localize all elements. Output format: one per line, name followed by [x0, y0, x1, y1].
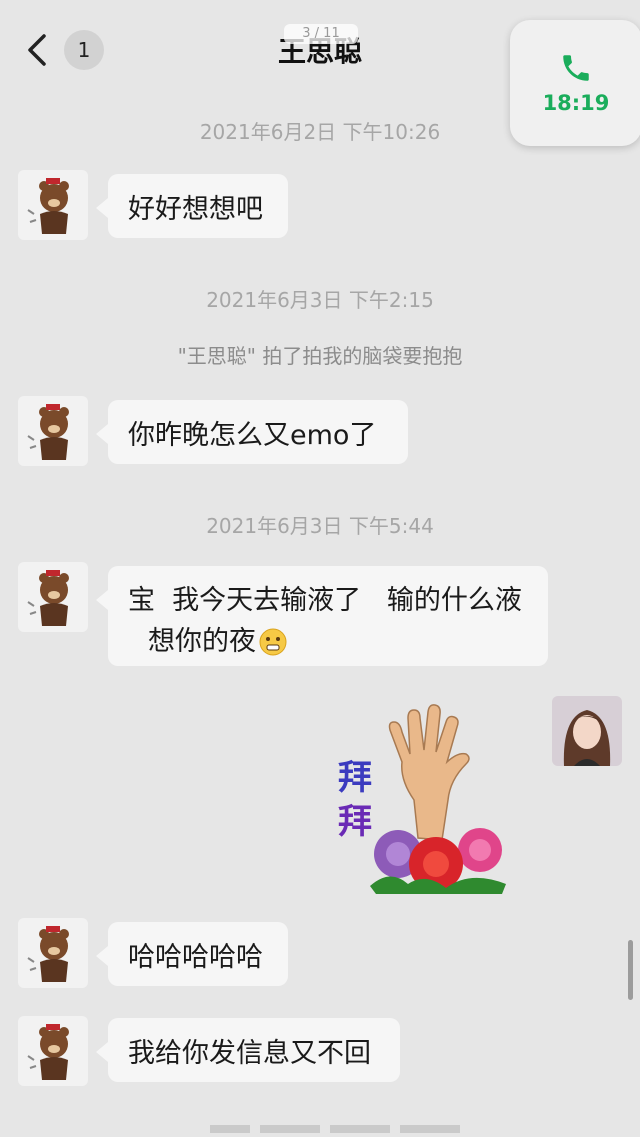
- message-line: 宝 我今天去输液了 输的什么液: [128, 585, 522, 616]
- message-bubble[interactable]: 你昨晚怎么又emo了: [96, 400, 408, 464]
- sticker-text: 拜: [338, 802, 372, 842]
- message-bubble[interactable]: 宝 我今天去输液了 输的什么液 想你的夜: [96, 566, 548, 666]
- call-duration: 18:19: [542, 91, 610, 115]
- contact-avatar[interactable]: [18, 396, 88, 466]
- phone-icon: [563, 55, 589, 81]
- bear-avatar-icon: [18, 918, 88, 988]
- message-timestamp: 2021年6月3日 下午2:15: [206, 288, 434, 312]
- message-bubble[interactable]: 好好想想吧: [96, 174, 288, 238]
- cut-off-timestamp: [210, 1118, 470, 1133]
- pat-system-message: "王思聪" 拍了拍我的脑袋要抱抱: [177, 344, 463, 368]
- message-bubble[interactable]: 我给你发信息又不回: [96, 1018, 400, 1082]
- message-line: 想你的夜: [148, 626, 256, 657]
- contact-avatar[interactable]: [18, 170, 88, 240]
- my-avatar[interactable]: [552, 696, 622, 766]
- girl-avatar-icon: [552, 696, 622, 766]
- contact-avatar[interactable]: [18, 562, 88, 632]
- embarrassed-emoji-icon: [259, 628, 287, 655]
- page-indicator: 3 / 11: [284, 24, 358, 44]
- message-bubble[interactable]: 哈哈哈哈哈: [96, 922, 288, 986]
- contact-avatar[interactable]: [18, 1016, 88, 1086]
- bye-bye-sticker[interactable]: 拜 拜: [330, 700, 520, 900]
- contact-avatar[interactable]: [18, 918, 88, 988]
- scrollbar[interactable]: [628, 940, 633, 1000]
- bear-avatar-icon: [18, 562, 88, 632]
- bear-avatar-icon: [18, 1016, 88, 1086]
- message-timestamp: 2021年6月2日 下午10:26: [199, 120, 441, 144]
- bear-avatar-icon: [18, 170, 88, 240]
- bear-avatar-icon: [18, 396, 88, 466]
- sticker-text: 拜: [338, 758, 372, 798]
- message-timestamp: 2021年6月3日 下午5:44: [206, 514, 434, 538]
